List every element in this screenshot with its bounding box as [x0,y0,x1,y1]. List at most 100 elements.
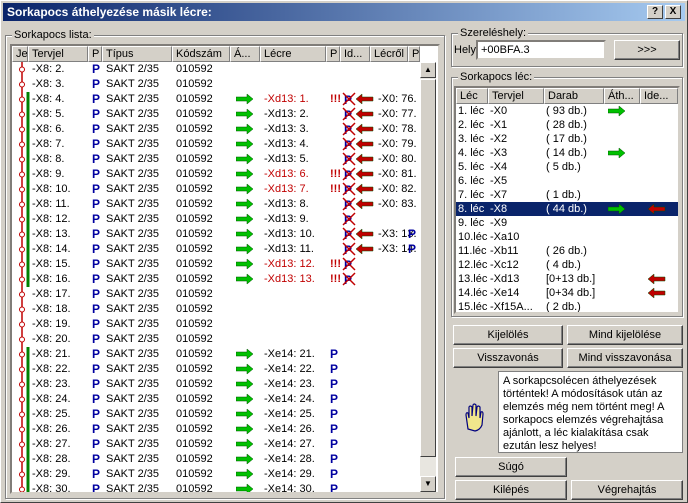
rail-header-2[interactable]: Darab [544,88,604,104]
type-cell: SAKT 2/35 [106,243,159,255]
column-header-3[interactable]: Típus [102,46,172,62]
table-row[interactable]: -X8: 17. P SAKT 2/35 010592 [12,287,418,302]
execute-button[interactable]: Végrehajtás [571,480,683,500]
rail-row[interactable]: 10.léc -Xa10 [456,230,678,244]
table-row[interactable]: -X8: 29. P SAKT 2/35 010592 -Xe14: 29. P [12,467,418,482]
column-header-0[interactable]: Jel [12,46,28,62]
table-row[interactable]: -X8: 9.PSAKT 2/35010592-Xd13: 6.!!!P-X0:… [12,167,418,182]
terminal-label: -X8: 14. [32,243,71,255]
rail-t: -X9 [490,217,508,229]
column-header-2[interactable]: P [88,46,102,62]
column-header-10[interactable]: P [408,46,420,62]
table-row[interactable]: -X8: 21. P SAKT 2/35 010592 -Xe14: 21. P [12,347,418,362]
table-row[interactable]: -X8: 13.PSAKT 2/35010592-Xd13: 10.P-X3: … [12,227,418,242]
select-all-button[interactable]: Mind kijelölése [567,325,683,345]
undo-all-button[interactable]: Mind visszavonása [567,348,683,368]
target-p-mark: P [330,347,339,361]
help-title-button[interactable]: ? [647,5,663,19]
column-header-5[interactable]: Á... [230,46,260,62]
code-cell: 010592 [176,243,213,255]
rail-row[interactable]: 1. léc -X0 ( 93 db.) [456,104,678,118]
rail-row[interactable]: 9. léc -X9 [456,216,678,230]
rail-header-0[interactable]: Léc [456,88,488,104]
column-header-4[interactable]: Kódszám [172,46,230,62]
table-row[interactable]: -X8: 2. P SAKT 2/35 010592 [12,62,418,77]
table-row[interactable]: -X8: 16.PSAKT 2/35010592-Xd13: 13.!!!P [12,272,418,287]
column-header-8[interactable]: Id... [340,46,370,62]
terminal-label: -X8: 12. [32,213,71,225]
table-row[interactable]: -X8: 26. P SAKT 2/35 010592 -Xe14: 26. P [12,422,418,437]
table-row[interactable]: -X8: 15.PSAKT 2/35010592-Xd13: 12.!!!P [12,257,418,272]
p-mark: P [92,167,101,181]
rail-lec: 12.léc [458,259,488,271]
rail-row[interactable]: 13.léc -Xd13 [0+13 db.] [456,272,678,286]
list-scrollbar[interactable]: ▲ ▼ [420,62,436,492]
terminal-label: -X8: 6. [32,123,65,135]
column-header-7[interactable]: P [326,46,340,62]
rail-row[interactable]: 6. léc -X5 [456,174,678,188]
close-button[interactable]: X [665,5,681,19]
table-row[interactable]: -X8: 12. P SAKT 2/35 010592 -Xd13: 9. P [12,212,418,227]
table-row[interactable]: -X8: 5.PSAKT 2/35010592-Xd13: 2.P-X0: 77… [12,107,418,122]
scroll-up-icon[interactable]: ▲ [420,62,436,78]
table-row[interactable]: -X8: 7.PSAKT 2/35010592-Xd13: 4.P-X0: 79… [12,137,418,152]
location-input[interactable]: +00BFA.3 [476,40,606,60]
table-row[interactable]: -X8: 18. P SAKT 2/35 010592 [12,302,418,317]
table-row[interactable]: -X8: 23. P SAKT 2/35 010592 -Xe14: 23. P [12,377,418,392]
rail-row[interactable]: 11.léc -Xb11 ( 26 db.) [456,244,678,258]
table-row[interactable]: -X8: 28. P SAKT 2/35 010592 -Xe14: 28. P [12,452,418,467]
rail-lec: 3. léc [458,133,485,145]
select-button[interactable]: Kijelölés [453,325,563,345]
hand-warning-icon [459,401,489,433]
table-row[interactable]: -X8: 27. P SAKT 2/35 010592 -Xe14: 27. P [12,437,418,452]
terminal-list[interactable]: JelTervjelPTípusKódszámÁ...LécrePId...Lé… [10,44,440,494]
table-row[interactable]: -X8: 19. P SAKT 2/35 010592 [12,317,418,332]
table-row[interactable]: -X8: 20. P SAKT 2/35 010592 [12,332,418,347]
table-row[interactable]: -X8: 25. P SAKT 2/35 010592 -Xe14: 25. P [12,407,418,422]
rail-row[interactable]: 7. léc -X7 ( 1 db.) [456,188,678,202]
table-row[interactable]: -X8: 30. P SAKT 2/35 010592 -Xe14: 30. P [12,482,418,494]
rail-header-3[interactable]: Áth... [604,88,640,104]
source-arrow-icon [356,92,376,107]
exit-button[interactable]: Kilépés [455,480,567,500]
rail-row[interactable]: 3. léc -X2 ( 17 db.) [456,132,678,146]
p-mark: P [92,482,101,494]
table-row[interactable]: -X8: 14.PSAKT 2/35010592-Xd13: 11.P-X3: … [12,242,418,257]
column-header-6[interactable]: Lécre [260,46,326,62]
rail-header-1[interactable]: Tervjel [488,88,544,104]
table-row[interactable]: -X8: 6.PSAKT 2/35010592-Xd13: 3.P-X0: 78… [12,122,418,137]
table-row[interactable]: -X8: 11.PSAKT 2/35010592-Xd13: 8.P-X0: 8… [12,197,418,212]
table-row[interactable]: -X8: 24. P SAKT 2/35 010592 -Xe14: 24. P [12,392,418,407]
terminal-label: -X8: 13. [32,228,71,240]
source-p-mark [408,347,420,362]
table-row[interactable]: -X8: 3. P SAKT 2/35 010592 [12,77,418,92]
table-row[interactable]: -X8: 22. P SAKT 2/35 010592 -Xe14: 22. P [12,362,418,377]
rail-t: -Xd13 [490,273,520,285]
table-row[interactable]: -X8: 10.PSAKT 2/35010592-Xd13: 7.!!!P-X0… [12,182,418,197]
rail-row[interactable]: 4. léc -X3 ( 14 db.) [456,146,678,160]
scroll-down-icon[interactable]: ▼ [420,476,436,492]
rail-header-4[interactable]: Ide... [640,88,678,104]
rail-row[interactable]: 8. léc -X8 ( 44 db.) [456,202,678,216]
rail-row[interactable]: 12.léc -Xc12 ( 4 db.) [456,258,678,272]
rail-row[interactable]: 5. léc -X4 ( 5 db.) [456,160,678,174]
location-label: Szereléshely: [458,27,529,39]
column-header-1[interactable]: Tervjel [28,46,88,62]
help-button[interactable]: Súgó [455,457,567,477]
rail-row[interactable]: 15.léc -Xf15A... ( 2 db.) [456,300,678,312]
target-cell: -Xe14: 25. [264,408,315,420]
source-p-mark [408,167,420,182]
undo-button[interactable]: Visszavonás [453,348,563,368]
location-browse-button[interactable]: >>> [614,40,680,60]
scroll-thumb[interactable] [420,79,436,457]
column-header-9[interactable]: Lécről [370,46,408,62]
move-arrow-icon [236,422,260,437]
rail-t: -Xe14 [490,287,520,299]
rail-lec: 5. léc [458,161,485,173]
table-row[interactable]: -X8: 8.PSAKT 2/35010592-Xd13: 5.P-X0: 80… [12,152,418,167]
rail-row[interactable]: 2. léc -X1 ( 28 db.) [456,118,678,132]
rail-row[interactable]: 14.léc -Xe14 [0+34 db.] [456,286,678,300]
target-p-mark: P [330,407,339,421]
table-row[interactable]: -X8: 4.PSAKT 2/35010592-Xd13: 1.!!!P-X0:… [12,92,418,107]
rails-list[interactable]: Léc Tervjel Darab Áth... Ide... 1. léc -X0 ( 9… [454,86,680,314]
